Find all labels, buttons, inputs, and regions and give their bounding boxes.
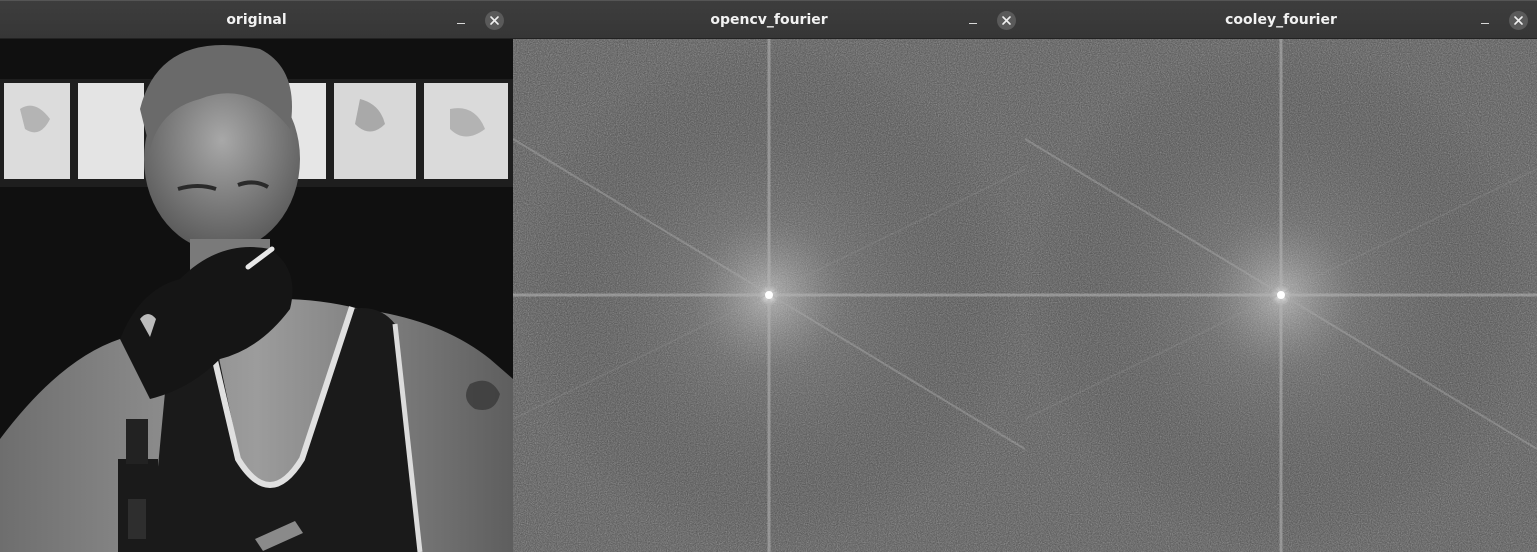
titlebar[interactable]: original	[0, 0, 513, 39]
desktop: original opencv_fourier cooley_fourier	[0, 0, 1537, 552]
minimize-icon[interactable]	[1477, 12, 1493, 28]
window-title: cooley_fourier	[1225, 12, 1337, 28]
original-image	[0, 39, 513, 552]
titlebar[interactable]: cooley_fourier	[1025, 0, 1537, 39]
cooley-fourier-image	[1025, 39, 1537, 552]
window-title: opencv_fourier	[710, 12, 828, 28]
close-icon[interactable]	[1509, 11, 1528, 30]
close-icon[interactable]	[997, 11, 1016, 30]
titlebar[interactable]: opencv_fourier	[513, 0, 1025, 39]
window-title: original	[226, 12, 287, 28]
minimize-icon[interactable]	[453, 12, 469, 28]
opencv-fourier-image	[513, 39, 1025, 552]
window-original[interactable]: original	[0, 0, 513, 552]
close-icon[interactable]	[485, 11, 504, 30]
window-cooley-fourier[interactable]: cooley_fourier	[1025, 0, 1537, 552]
minimize-icon[interactable]	[965, 12, 981, 28]
window-opencv-fourier[interactable]: opencv_fourier	[513, 0, 1025, 552]
